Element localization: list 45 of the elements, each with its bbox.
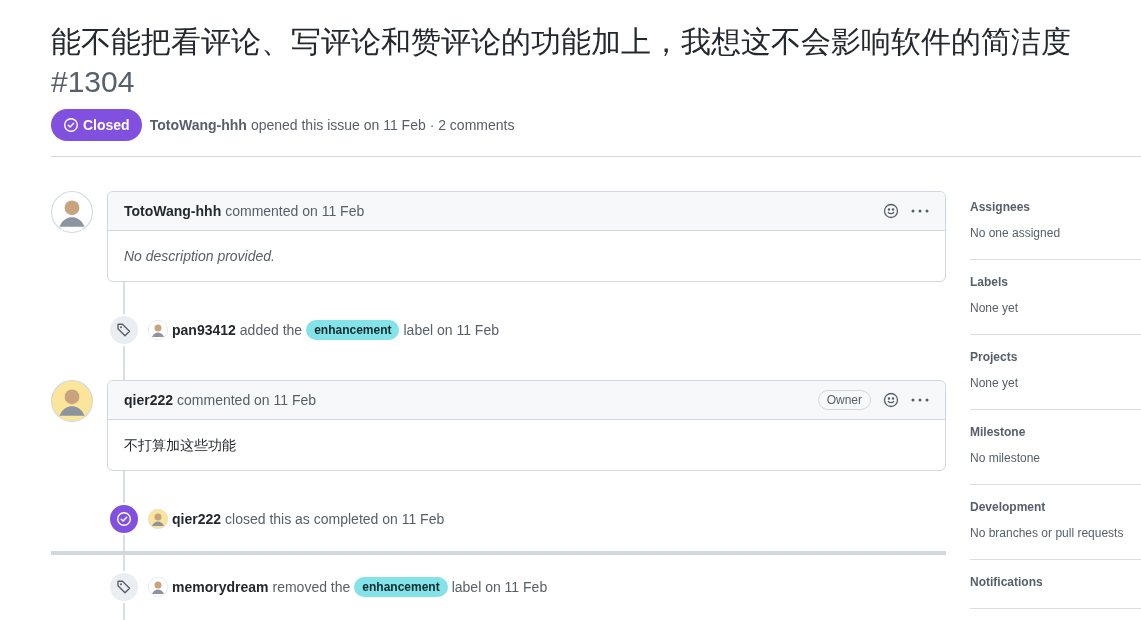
- comment-body: No description provided.: [124, 247, 276, 266]
- event-text: removed the: [272, 578, 351, 597]
- comment-body: 不打算加这些功能: [124, 436, 237, 455]
- sidebar-value: No one assigned: [970, 225, 1062, 242]
- avatar[interactable]: [148, 320, 168, 340]
- event-actor[interactable]: pan93412: [172, 320, 236, 340]
- sidebar-value: None yet: [970, 300, 1020, 317]
- comment-action: commented on 11 Feb: [225, 202, 365, 221]
- more-icon[interactable]: [911, 209, 929, 213]
- sidebar-heading[interactable]: Projects: [970, 348, 1141, 366]
- sidebar-heading[interactable]: Development: [970, 498, 1141, 516]
- smiley-icon[interactable]: [883, 203, 899, 219]
- avatar[interactable]: [148, 509, 168, 529]
- label-tag[interactable]: enhancement: [354, 577, 448, 597]
- sidebar-heading[interactable]: Assignees: [970, 198, 1141, 216]
- event-actor[interactable]: memorydream: [172, 577, 269, 597]
- sidebar-heading[interactable]: Labels: [970, 273, 1141, 291]
- tag-icon: [116, 579, 132, 595]
- check-circle-icon: [116, 511, 132, 527]
- smiley-icon[interactable]: [883, 392, 899, 408]
- avatar[interactable]: [148, 577, 168, 597]
- avatar[interactable]: [51, 380, 93, 422]
- event-text: label on 11 Feb: [451, 578, 548, 597]
- issue-author[interactable]: TotoWang-hhh: [149, 115, 247, 135]
- more-icon[interactable]: [911, 398, 929, 402]
- comment-author[interactable]: TotoWang-hhh: [124, 201, 222, 221]
- sidebar-value: No milestone: [970, 450, 1042, 467]
- comment-action: commented on 11 Feb: [177, 391, 317, 410]
- sidebar-heading[interactable]: Milestone: [970, 423, 1141, 441]
- event-actor[interactable]: qier222: [172, 509, 222, 529]
- issue-number: #1304: [51, 64, 135, 100]
- check-circle-icon: [63, 117, 79, 133]
- sidebar-value: No branches or pull requests: [970, 525, 1125, 542]
- event-text: label on 11 Feb: [403, 321, 499, 340]
- avatar[interactable]: [51, 191, 93, 233]
- event-text: closed this as completed on 11 Feb: [225, 510, 445, 529]
- issue-title: 能不能把看评论、写评论和赞评论的功能加上，我想这不会影响软件的简洁度: [51, 24, 1072, 60]
- status-badge: Closed: [51, 109, 142, 141]
- tag-icon: [116, 322, 132, 338]
- comment-author[interactable]: qier222: [124, 390, 174, 410]
- event-text: added the: [239, 321, 303, 340]
- issue-meta: opened this issue on 11 Feb · 2 comments: [250, 116, 515, 135]
- sidebar-value: None yet: [970, 375, 1020, 392]
- label-tag[interactable]: enhancement: [306, 320, 400, 340]
- sidebar-heading[interactable]: Notifications: [970, 573, 1141, 591]
